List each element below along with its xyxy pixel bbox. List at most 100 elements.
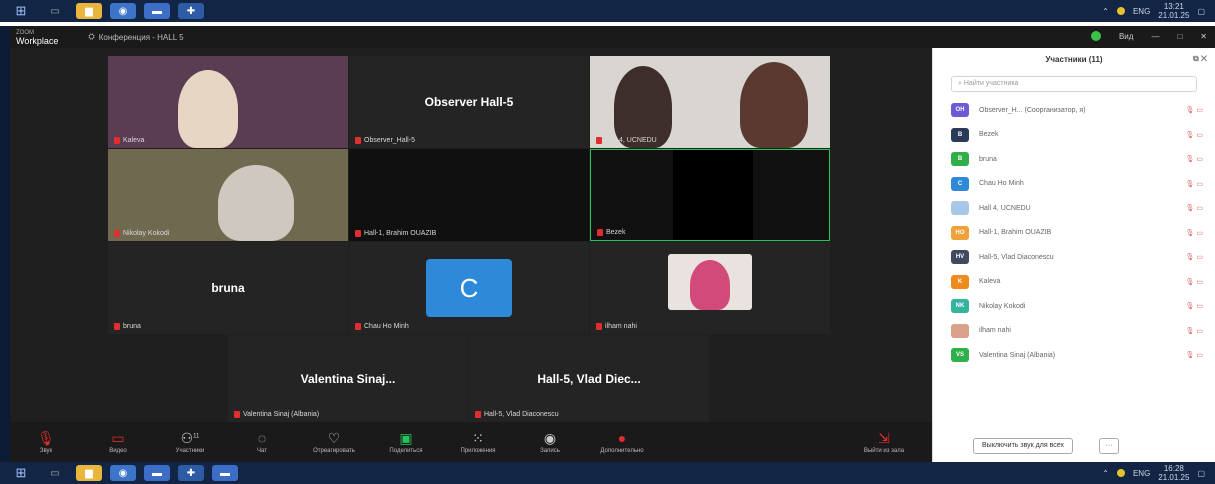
tile-name: Hall-5, Vlad Diaconescu <box>475 411 559 418</box>
app-icon[interactable]: ✚ <box>178 465 204 481</box>
video-tile[interactable]: Nikolay Kokodi <box>108 149 348 241</box>
minimize-icon[interactable]: — <box>1151 32 1159 41</box>
file-explorer-icon[interactable]: ▆ <box>76 465 102 481</box>
video-tile[interactable]: C Chau Ho Minh <box>349 242 589 334</box>
participant-figure <box>690 260 730 310</box>
participant-name: Nikolay Kokodi <box>979 302 1026 310</box>
mic-off-icon[interactable]: 🎙︎ ▭ <box>1186 106 1203 114</box>
participant-row[interactable]: NK Nikolay Kokodi 🎙︎ ▭ <box>933 294 1215 319</box>
video-tile[interactable]: Observer Hall-5 Observer_Hall-5 <box>349 56 589 148</box>
leave-room-button[interactable]: ⇲ Выйти из зала <box>848 430 920 454</box>
zoom-icon[interactable]: ▬ <box>144 3 170 19</box>
mic-off-icon[interactable]: 🎙︎ ▭ <box>1186 155 1203 163</box>
participant-row[interactable]: HV Hall-5, Vlad Diaconescu 🎙︎ ▭ <box>933 245 1215 270</box>
participant-row[interactable]: Hall 4, UCNEDU 🎙︎ ▭ <box>933 196 1215 221</box>
tile-name: Nikolay Kokodi <box>114 230 169 237</box>
panel-controls: ⧉ ✕ <box>1193 54 1207 64</box>
avatar: B <box>951 127 969 142</box>
participants-button[interactable]: ⚇11 Участники <box>154 430 226 454</box>
participant-row[interactable]: ilham nahi 🎙︎ ▭ <box>933 319 1215 344</box>
file-explorer-icon[interactable]: ▆ <box>76 3 102 19</box>
video-button[interactable]: ▭ Видео <box>82 430 154 454</box>
participant-row[interactable]: B Bezek 🎙︎ ▭ <box>933 123 1215 148</box>
mic-off-icon[interactable]: 🎙︎ ▭ <box>1186 131 1203 139</box>
zoom-icon[interactable]: ▬ <box>144 465 170 481</box>
participant-row[interactable]: Bbruna 🎙︎ ▭ <box>933 147 1215 172</box>
apps-button[interactable]: ⁙ Приложения <box>442 430 514 454</box>
video-tile[interactable]: Hall 4, UCNEDU <box>590 56 830 148</box>
mute-all-button[interactable]: Выключить звук для всех <box>973 438 1073 454</box>
react-button[interactable]: ♡ Отреагировать <box>298 430 370 454</box>
participant-name: bruna <box>979 155 997 163</box>
tile-name: ilham nahi <box>596 323 637 330</box>
clock[interactable]: 13:21 21.01.25 <box>1158 2 1189 20</box>
conference-title: ⛭ Конференция - HALL 5 <box>88 32 184 42</box>
titlebar-controls: Вид — □ ✕ <box>1090 31 1207 41</box>
notification-icon[interactable]: ▢ <box>1197 7 1205 16</box>
avatar <box>951 323 969 338</box>
mic-off-icon[interactable]: 🎙︎ ▭ <box>1186 351 1203 359</box>
avatar: B <box>951 152 969 167</box>
more-button[interactable]: ● Дополнительно <box>586 430 658 454</box>
mic-off-icon[interactable]: 🎙︎ ▭ <box>1186 327 1203 335</box>
video-tile[interactable]: Hall-1, Brahim OUAZIB <box>349 149 589 241</box>
tile-name: Bezek <box>597 229 625 236</box>
video-gallery: Kaleva Observer Hall-5 Observer_Hall-5 H… <box>10 48 932 422</box>
audio-button[interactable]: 🎙︎ Звук <box>10 430 82 454</box>
participant-row[interactable]: K Kaleva 🎙︎ ▭ <box>933 270 1215 295</box>
mic-off-icon[interactable]: 🎙︎ ▭ <box>1186 253 1203 261</box>
more-options-button[interactable]: ··· <box>1098 438 1119 454</box>
participant-row[interactable]: C Chau Ho Minh 🎙︎ ▭ <box>933 172 1215 197</box>
view-button[interactable]: Вид <box>1119 32 1133 41</box>
mic-off-icon[interactable]: 🎙︎ ▭ <box>1186 229 1203 237</box>
participant-row[interactable]: OH Observer_H... (Соорганизатор, я) 🎙︎ ▭ <box>933 98 1215 123</box>
tray-lang[interactable]: ENG <box>1133 7 1150 16</box>
tray-status-icon[interactable] <box>1116 7 1125 15</box>
avatar <box>951 201 969 216</box>
video-tile[interactable]: Valentina Sinaj... Valentina Sinaj (Alba… <box>228 335 468 422</box>
zoom-workplace-icon[interactable]: ▬ <box>212 465 238 481</box>
close-icon[interactable]: ✕ <box>1200 32 1207 41</box>
participant-row[interactable]: HO Hall-1, Brahim OUAZIB 🎙︎ ▭ <box>933 221 1215 246</box>
video-tile-active-speaker[interactable]: Bezek <box>590 149 830 241</box>
chrome-icon[interactable]: ◉ <box>110 465 136 481</box>
maximize-icon[interactable]: □ <box>1177 32 1182 41</box>
clock[interactable]: 16:28 21.01.25 <box>1158 464 1189 482</box>
notification-icon[interactable]: ▢ <box>1197 469 1205 478</box>
shield-icon[interactable] <box>1090 31 1101 41</box>
avatar: C <box>426 259 512 317</box>
mic-off-icon[interactable]: 🎙︎ ▭ <box>1186 302 1203 310</box>
video-tile[interactable]: Kaleva <box>108 56 348 148</box>
mic-off-icon <box>596 137 602 144</box>
search-input[interactable]: ⌕ Найти участника <box>951 76 1197 92</box>
mic-off-icon[interactable]: 🎙︎ ▭ <box>1186 278 1203 286</box>
share-button[interactable]: ▣ Поделиться <box>370 430 442 454</box>
participant-name: Hall-1, Brahim OUAZIB <box>979 229 1052 237</box>
close-icon[interactable]: ✕ <box>1201 54 1207 63</box>
tray-lang[interactable]: ENG <box>1133 469 1150 478</box>
participant-row[interactable]: VS Valentina Sinaj (Albania) 🎙︎ ▭ <box>933 343 1215 368</box>
chat-button[interactable]: ◌ Чат <box>226 430 298 454</box>
mic-off-icon[interactable]: 🎙︎ ▭ <box>1186 204 1203 212</box>
share-screen-icon: ▣ <box>399 430 413 446</box>
popout-icon[interactable]: ⧉ <box>1193 54 1199 63</box>
video-tile[interactable]: Hall-5, Vlad Diec... Hall-5, Vlad Diacon… <box>469 335 709 422</box>
tray-up-icon[interactable]: ⌃ <box>1102 469 1109 478</box>
participant-name: ilham nahi <box>979 327 1011 335</box>
app-icon[interactable]: ✚ <box>178 3 204 19</box>
tile-name: Valentina Sinaj (Albania) <box>234 411 319 418</box>
video-tile[interactable]: bruna bruna <box>108 242 348 334</box>
tray-up-icon[interactable]: ⌃ <box>1102 7 1109 16</box>
mic-off-icon[interactable]: 🎙︎ ▭ <box>1186 180 1203 188</box>
windows-start-icon[interactable]: ⊞ <box>8 465 34 481</box>
mic-off-icon <box>475 411 481 418</box>
tray-status-icon[interactable] <box>1116 469 1125 477</box>
task-view-icon[interactable]: ▭ <box>42 465 68 481</box>
mic-off-icon <box>114 137 120 144</box>
record-button[interactable]: ◉ Запись <box>514 430 586 454</box>
windows-start-icon[interactable]: ⊞ <box>8 3 34 19</box>
video-tile[interactable]: ilham nahi <box>590 242 830 334</box>
chrome-icon[interactable]: ◉ <box>110 3 136 19</box>
participant-video <box>673 150 753 240</box>
task-view-icon[interactable]: ▭ <box>42 3 68 19</box>
